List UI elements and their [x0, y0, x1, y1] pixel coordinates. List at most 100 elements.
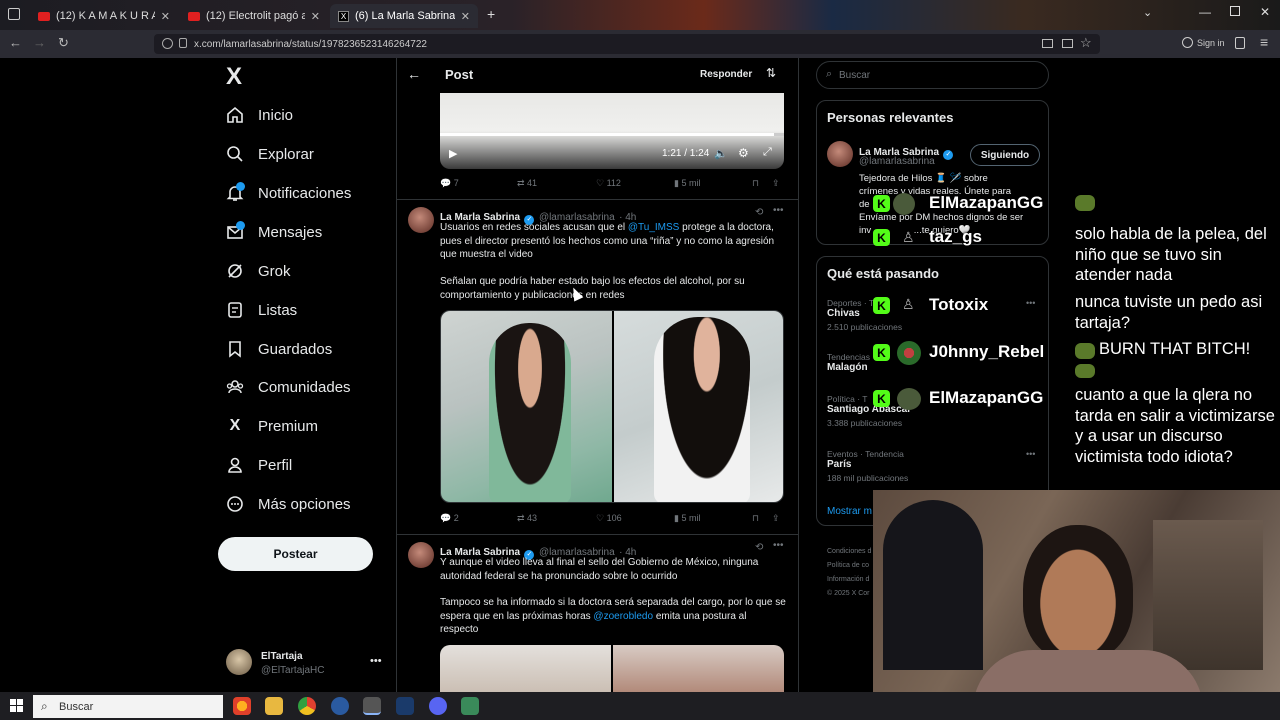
maximize-icon[interactable]	[1230, 6, 1240, 16]
extensions-icon[interactable]	[1235, 37, 1245, 49]
play-icon[interactable]: ▶	[449, 147, 457, 160]
video-progress-fill	[440, 133, 774, 136]
chat-avatar	[897, 341, 921, 365]
signin-button[interactable]: Sign in	[1182, 37, 1225, 48]
chrome-icon[interactable]	[298, 697, 316, 715]
post-button[interactable]: Postear	[218, 537, 373, 571]
media-image[interactable]	[440, 645, 611, 692]
close-window-icon[interactable]: ✕	[1260, 5, 1270, 19]
avatar[interactable]	[827, 141, 853, 167]
relevant-handle[interactable]: @lamarlasabrina	[859, 156, 935, 167]
steam-icon[interactable]	[396, 697, 414, 715]
windows-start-icon[interactable]	[10, 699, 23, 712]
like-action[interactable]: ♡ 112	[596, 178, 621, 189]
browser-tab-active[interactable]: X (6) La Marla Sabrina en X: "Al la ✕	[330, 4, 478, 28]
media-image[interactable]	[613, 645, 784, 692]
bookmark-action-icon[interactable]: ⊓	[752, 178, 759, 189]
tweet-media[interactable]	[440, 645, 784, 692]
firefox-icon[interactable]	[233, 697, 251, 715]
grok-tweet-icon[interactable]: ⟲	[755, 542, 763, 553]
footer-link[interactable]: Información d	[827, 573, 871, 587]
filter-icon[interactable]: ⇅	[766, 66, 776, 80]
taskbar-search[interactable]: ⌕ Buscar	[33, 695, 223, 718]
minimize-icon[interactable]: —	[1199, 5, 1211, 19]
views-action[interactable]: ▮ 5 mil	[674, 178, 700, 189]
following-button[interactable]: Siguiendo	[970, 144, 1040, 166]
forward-icon[interactable]: →	[33, 35, 46, 50]
chevron-down-icon[interactable]: ⌄	[1143, 6, 1152, 19]
account-more-icon[interactable]: •••	[370, 655, 382, 667]
show-more-link[interactable]: Mostrar m	[827, 506, 872, 517]
tweet-avatar[interactable]	[408, 207, 434, 233]
trend-more-icon[interactable]: •••	[1026, 298, 1035, 308]
video-player[interactable]	[440, 93, 784, 169]
repost-action[interactable]: ⇄ 43	[517, 513, 537, 524]
webcam-chair	[883, 500, 983, 670]
nav-mas-opciones[interactable]: Más opciones	[226, 489, 351, 519]
menu-icon[interactable]: ≡	[1260, 34, 1268, 50]
close-icon[interactable]: ✕	[461, 10, 470, 23]
trend-item[interactable]: Deportes · T Chivas 2.510 publicaciones	[827, 298, 902, 332]
media-image[interactable]	[441, 311, 612, 502]
discord-icon[interactable]	[429, 697, 447, 715]
pip-icon[interactable]	[1042, 39, 1053, 48]
grok-tweet-icon[interactable]: ⟲	[755, 207, 763, 218]
x-logo[interactable]: X	[226, 63, 242, 91]
trend-item[interactable]: Tendencias Malagón	[827, 352, 870, 373]
reply-action[interactable]: 💬 7	[440, 178, 459, 189]
browser-tab[interactable]: (12) Electrolit pagó a Mr Docto ✕	[180, 4, 328, 28]
volume-icon[interactable]: 🔈	[714, 147, 728, 160]
reply-action[interactable]: 💬 2	[440, 513, 459, 524]
avatar[interactable]	[226, 649, 252, 675]
new-tab-icon[interactable]: +	[487, 6, 495, 22]
bookmark-action-icon[interactable]: ⊓	[752, 513, 759, 524]
folder-icon[interactable]	[265, 697, 283, 715]
nav-inicio[interactable]: Inicio	[226, 100, 293, 130]
footer-link[interactable]: Condiciones d	[827, 545, 871, 559]
reload-icon[interactable]: ↻	[58, 35, 69, 51]
views-action[interactable]: ▮ 5 mil	[674, 513, 700, 524]
webcam-shelf	[1153, 520, 1263, 670]
close-icon[interactable]: ✕	[161, 10, 170, 23]
close-icon[interactable]: ✕	[311, 10, 320, 23]
nav-guardados[interactable]: Guardados	[226, 334, 332, 364]
kick-icon: K	[873, 229, 890, 246]
footer-link[interactable]: Política de co	[827, 559, 871, 573]
media-image[interactable]	[614, 311, 783, 502]
share-action-icon[interactable]: ⇪	[772, 178, 780, 189]
share-action-icon[interactable]: ⇪	[772, 513, 780, 524]
search-input[interactable]: ⌕ Buscar	[816, 61, 1049, 89]
fullscreen-icon[interactable]: ⤢	[763, 146, 772, 159]
reply-button[interactable]: Responder	[700, 69, 752, 80]
tweet-more-icon[interactable]: •••	[773, 205, 784, 216]
obs-icon[interactable]	[363, 697, 381, 715]
nav-comunidades[interactable]: Comunidades	[226, 372, 351, 402]
app-icon[interactable]	[331, 697, 349, 715]
nav-perfil[interactable]: Perfil	[226, 450, 292, 480]
address-bar[interactable]: x.com/lamarlasabrina/status/197823652314…	[154, 34, 1100, 54]
app-icon[interactable]	[461, 697, 479, 715]
tab-list-icon[interactable]	[8, 8, 20, 20]
tweet-media[interactable]	[440, 310, 784, 503]
nav-grok[interactable]: Grok	[226, 256, 291, 286]
tweet-more-icon[interactable]: •••	[773, 540, 784, 551]
trend-item[interactable]: Eventos · Tendencia París 188 mil public…	[827, 449, 908, 483]
x-premium-icon: X	[229, 417, 241, 434]
nav-explorar[interactable]: Explorar	[226, 139, 314, 169]
repost-action[interactable]: ⇄ 41	[517, 178, 537, 189]
nav-label: Más opciones	[258, 495, 351, 513]
nav-listas[interactable]: Listas	[226, 295, 297, 325]
mention-link[interactable]: @zoerobledo	[593, 611, 653, 622]
back-icon[interactable]: ←	[9, 35, 22, 50]
settings-gear-icon[interactable]: ⚙	[738, 146, 749, 160]
browser-tab[interactable]: (12) K A M A K U R A 1980 - ✕	[30, 4, 178, 28]
like-action[interactable]: ♡ 106	[596, 513, 622, 524]
trend-more-icon[interactable]: •••	[1026, 449, 1035, 459]
mention-link[interactable]: @Tu_IMSS	[628, 222, 679, 233]
reader-icon[interactable]	[1062, 39, 1073, 48]
tweet-avatar[interactable]	[408, 542, 434, 568]
bookmark-star-icon[interactable]: ☆	[1080, 35, 1092, 51]
nav-notificaciones[interactable]: Notificaciones	[226, 178, 351, 208]
back-arrow-icon[interactable]: ←	[407, 66, 421, 82]
nav-premium[interactable]: X Premium	[226, 411, 318, 441]
